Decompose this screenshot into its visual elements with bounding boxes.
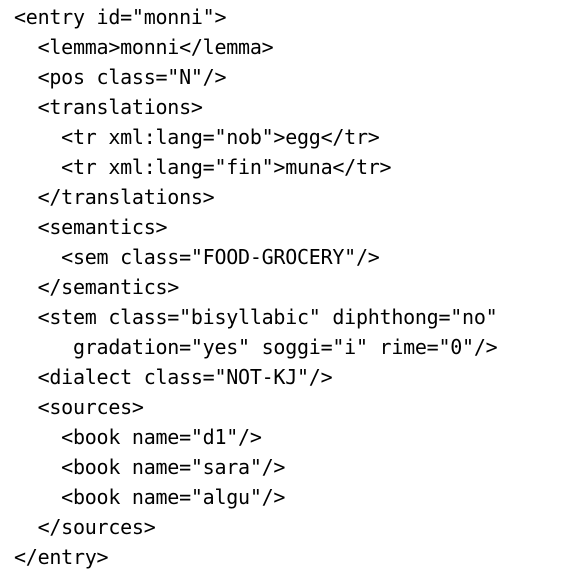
code-line-translations-close: </translations> <box>14 185 215 209</box>
code-line-tr-nob: <tr xml:lang="nob">egg</tr> <box>14 125 380 149</box>
code-line-stem-continued: gradation="yes" soggi="i" rime="0"/> <box>14 335 498 359</box>
code-line-book-sara: <book name="sara"/> <box>14 455 286 479</box>
xml-code-block: <entry id="monni"> <lemma>monni</lemma> … <box>14 2 498 572</box>
code-line-sources-open: <sources> <box>14 395 144 419</box>
code-line-entry-open: <entry id="monni"> <box>14 5 227 29</box>
code-line-entry-close: </entry> <box>14 545 109 569</box>
code-line-semantics-open: <semantics> <box>14 215 168 239</box>
code-line-translations-open: <translations> <box>14 95 203 119</box>
code-line-book-d1: <book name="d1"/> <box>14 425 262 449</box>
code-line-stem: <stem class="bisyllabic" diphthong="no" <box>14 305 498 329</box>
code-line-dialect: <dialect class="NOT-KJ"/> <box>14 365 333 389</box>
code-line-semantics-close: </semantics> <box>14 275 180 299</box>
code-line-sources-close: </sources> <box>14 515 156 539</box>
code-line-lemma: <lemma>monni</lemma> <box>14 35 274 59</box>
code-line-tr-fin: <tr xml:lang="fin">muna</tr> <box>14 155 392 179</box>
code-line-pos: <pos class="N"/> <box>14 65 227 89</box>
code-line-sem: <sem class="FOOD-GROCERY"/> <box>14 245 380 269</box>
code-line-book-algu: <book name="algu"/> <box>14 485 286 509</box>
